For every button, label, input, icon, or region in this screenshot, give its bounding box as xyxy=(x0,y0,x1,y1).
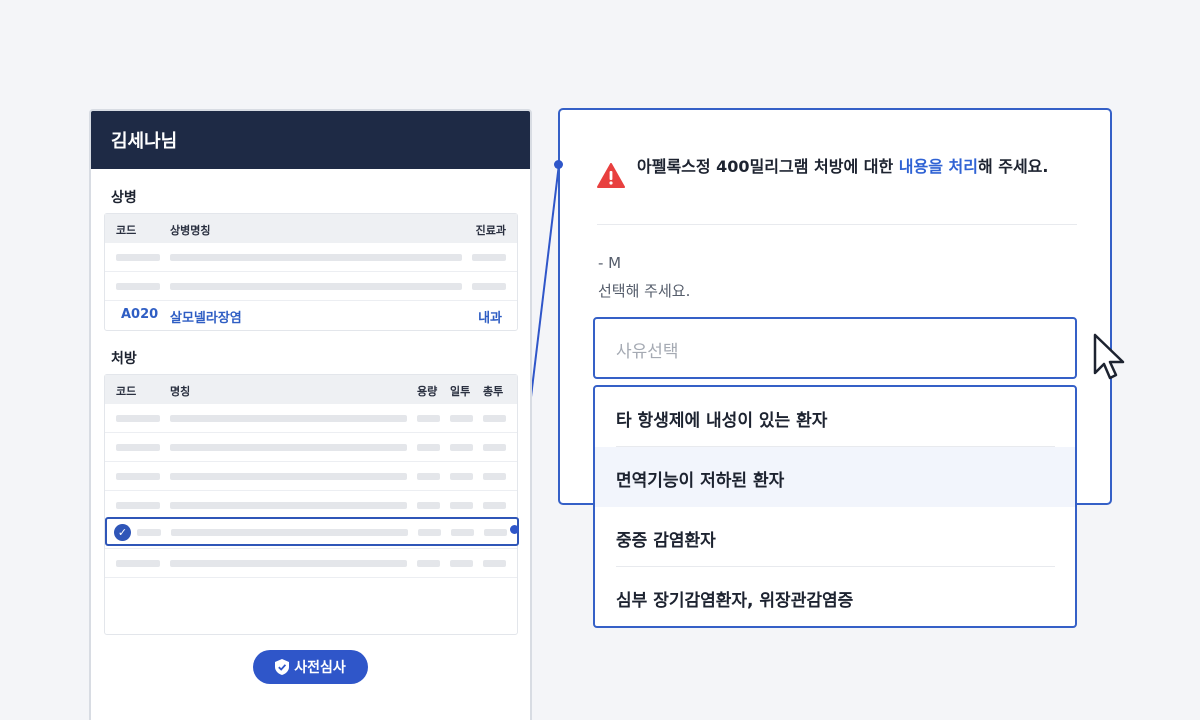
pre-review-label: 사전심사 xyxy=(294,660,346,676)
pre-review-button[interactable]: 사전심사 xyxy=(253,650,368,684)
col-dept: 진료과 xyxy=(475,224,506,237)
col-name: 상병명칭 xyxy=(170,224,211,237)
diagnosis-dept: 내과 xyxy=(478,311,502,326)
mouse-pointer-icon xyxy=(1093,333,1125,380)
table-row[interactable] xyxy=(105,549,517,578)
alert-message-text: 아펠록스정 400밀리그램 처방에 대한 xyxy=(637,157,899,176)
table-row[interactable] xyxy=(105,272,517,301)
guide-text: - M 선택해 주세요. xyxy=(598,249,690,305)
reason-select-input[interactable]: 사유선택 xyxy=(593,317,1077,379)
table-row[interactable] xyxy=(105,243,517,272)
reason-option-hovered[interactable]: 면역기능이 저하된 환자 xyxy=(595,447,1075,507)
alert-message: 아펠록스정 400밀리그램 처방에 대한 내용을 처리해 주세요. xyxy=(637,153,1057,180)
col-total: 총투 xyxy=(483,385,504,398)
divider xyxy=(597,224,1077,225)
reason-option[interactable]: 심부 장기감염환자, 위장관감염증 xyxy=(595,567,1075,626)
diagnosis-table: 코드 상병명칭 진료과 A020 살모넬라장염 내과 xyxy=(104,213,518,331)
alert-message-link[interactable]: 내용을 처리 xyxy=(899,157,978,176)
table-row[interactable] xyxy=(105,404,517,433)
diagnosis-table-header: 코드 상병명칭 진료과 xyxy=(105,214,517,243)
diagnosis-row-highlighted[interactable]: A020 살모넬라장염 내과 xyxy=(105,301,517,330)
connector-dot-end xyxy=(554,160,563,169)
reason-dropdown: 타 항생제에 내성이 있는 환자 면역기능이 저하된 환자 중증 감염환자 심부… xyxy=(593,385,1077,628)
prescription-table: 코드 명칭 용량 일투 총투 xyxy=(104,374,518,635)
col-code: 코드 xyxy=(116,385,137,398)
reason-option[interactable]: 타 항생제에 내성이 있는 환자 xyxy=(595,387,1075,447)
diagnosis-code: A020 xyxy=(121,307,159,322)
table-row[interactable] xyxy=(105,462,517,491)
col-name: 명칭 xyxy=(170,385,191,398)
guide-line-2: 선택해 주세요. xyxy=(598,282,691,300)
patient-name: 김세나님 xyxy=(91,111,530,169)
table-row[interactable] xyxy=(105,433,517,462)
col-daily: 일투 xyxy=(450,385,471,398)
alert-message-tail: 해 주세요. xyxy=(977,157,1049,176)
selected-prescription-row[interactable]: ✓ xyxy=(105,517,519,546)
table-row[interactable] xyxy=(105,491,517,520)
reason-option[interactable]: 중증 감염환자 xyxy=(595,507,1075,567)
prescription-table-header: 코드 명칭 용량 일투 총투 xyxy=(105,375,517,404)
col-code: 코드 xyxy=(116,224,137,237)
connector-dot-start xyxy=(510,525,519,534)
diagnosis-title: 상병 xyxy=(111,190,137,206)
warning-icon xyxy=(597,163,625,188)
check-icon: ✓ xyxy=(114,524,131,541)
patient-panel: 김세나님 상병 코드 상병명칭 진료과 A020 살모넬라장염 내과 처방 코드… xyxy=(89,109,532,720)
prescription-title: 처방 xyxy=(111,351,137,367)
guide-line-1: - M xyxy=(598,254,622,272)
diagnosis-name: 살모넬라장염 xyxy=(170,311,242,326)
col-dose: 용량 xyxy=(417,385,438,398)
shield-check-icon xyxy=(275,659,290,675)
